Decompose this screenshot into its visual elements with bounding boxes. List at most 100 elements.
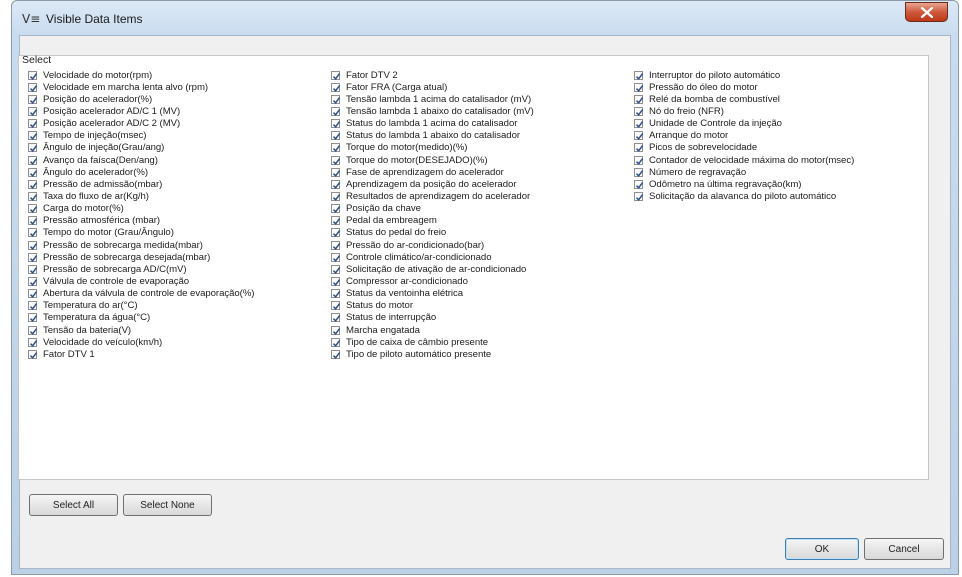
- checkbox-item[interactable]: Arranque do motor: [630, 130, 854, 142]
- checkbox[interactable]: [28, 349, 38, 359]
- checkbox[interactable]: [331, 349, 341, 359]
- checkbox-item[interactable]: Pressão de sobrecarga medida(mbar): [24, 239, 254, 251]
- checkbox-item[interactable]: Avanço da faísca(Den/ang): [24, 154, 254, 166]
- checkbox[interactable]: [331, 131, 341, 141]
- checkbox[interactable]: [331, 70, 341, 80]
- checkbox-item[interactable]: Solicitação de ativação de ar-condiciona…: [327, 263, 534, 275]
- checkbox[interactable]: [28, 143, 38, 153]
- checkbox-item[interactable]: Status da ventoinha elétrica: [327, 288, 534, 300]
- checkbox[interactable]: [28, 252, 38, 262]
- title-bar[interactable]: V≡ Visible Data Items: [12, 1, 958, 35]
- checkbox-item[interactable]: Ângulo de injeção(Grau/ang): [24, 142, 254, 154]
- checkbox[interactable]: [28, 337, 38, 347]
- checkbox[interactable]: [331, 82, 341, 92]
- checkbox-item[interactable]: Status do motor: [327, 300, 534, 312]
- checkbox-item[interactable]: Pressão do ar-condicionado(bar): [327, 239, 534, 251]
- checkbox-item[interactable]: Tipo de piloto automático presente: [327, 348, 534, 360]
- checkbox[interactable]: [28, 240, 38, 250]
- checkbox-item[interactable]: Compressor ar-condicionado: [327, 275, 534, 287]
- checkbox[interactable]: [28, 191, 38, 201]
- checkbox-item[interactable]: Tensão lambda 1 acima do catalisador (mV…: [327, 93, 534, 105]
- checkbox[interactable]: [28, 313, 38, 323]
- checkbox[interactable]: [634, 167, 644, 177]
- checkbox-item[interactable]: Carga do motor(%): [24, 203, 254, 215]
- checkbox[interactable]: [331, 204, 341, 214]
- checkbox-item[interactable]: Status do lambda 1 acima do catalisador: [327, 118, 534, 130]
- checkbox-item[interactable]: Torque do motor(medido)(%): [327, 142, 534, 154]
- checkbox[interactable]: [331, 289, 341, 299]
- checkbox-item[interactable]: Interruptor do piloto automático: [630, 69, 854, 81]
- select-none-button[interactable]: Select None: [123, 494, 212, 516]
- checkbox-item[interactable]: Fase de aprendizagem do acelerador: [327, 166, 534, 178]
- checkbox[interactable]: [634, 179, 644, 189]
- ok-button[interactable]: OK: [785, 538, 859, 560]
- checkbox-item[interactable]: Pressão de admissão(mbar): [24, 178, 254, 190]
- checkbox[interactable]: [28, 228, 38, 238]
- checkbox-item[interactable]: Status de interrupção: [327, 312, 534, 324]
- checkbox-item[interactable]: Tensão da bateria(V): [24, 324, 254, 336]
- checkbox-item[interactable]: Unidade de Controle da injeção: [630, 118, 854, 130]
- checkbox[interactable]: [331, 179, 341, 189]
- checkbox[interactable]: [634, 119, 644, 129]
- checkbox[interactable]: [634, 131, 644, 141]
- checkbox-item[interactable]: Tipo de caixa de câmbio presente: [327, 336, 534, 348]
- checkbox[interactable]: [28, 155, 38, 165]
- checkbox-item[interactable]: Pressão do óleo do motor: [630, 81, 854, 93]
- checkbox[interactable]: [331, 119, 341, 129]
- checkbox[interactable]: [28, 325, 38, 335]
- checkbox[interactable]: [634, 155, 644, 165]
- checkbox-item[interactable]: Fator DTV 2: [327, 69, 534, 81]
- checkbox[interactable]: [331, 106, 341, 116]
- checkbox-item[interactable]: Controle climático/ar-condicionado: [327, 251, 534, 263]
- checkbox-item[interactable]: Odômetro na última regravação(km): [630, 178, 854, 190]
- checkbox-item[interactable]: Posição acelerador AD/C 1 (MV): [24, 105, 254, 117]
- checkbox[interactable]: [331, 276, 341, 286]
- checkbox-item[interactable]: Aprendizagem da posição do acelerador: [327, 178, 534, 190]
- checkbox-item[interactable]: Temperatura da água(°C): [24, 312, 254, 324]
- checkbox[interactable]: [28, 94, 38, 104]
- checkbox-item[interactable]: Relé da bomba de combustível: [630, 93, 854, 105]
- checkbox-item[interactable]: Solicitação da alavanca do piloto automá…: [630, 190, 854, 202]
- checkbox[interactable]: [28, 216, 38, 226]
- cancel-button[interactable]: Cancel: [864, 538, 944, 560]
- checkbox[interactable]: [28, 106, 38, 116]
- checkbox-item[interactable]: Fator DTV 1: [24, 348, 254, 360]
- checkbox[interactable]: [28, 264, 38, 274]
- checkbox-item[interactable]: Abertura da válvula de controle de evapo…: [24, 288, 255, 300]
- checkbox[interactable]: [28, 167, 38, 177]
- checkbox[interactable]: [331, 216, 341, 226]
- checkbox[interactable]: [331, 167, 341, 177]
- checkbox-item[interactable]: Pressão de sobrecarga desejada(mbar): [24, 251, 254, 263]
- checkbox-item[interactable]: Nó do freio (NFR): [630, 105, 854, 117]
- checkbox[interactable]: [634, 82, 644, 92]
- checkbox[interactable]: [634, 70, 644, 80]
- checkbox[interactable]: [331, 313, 341, 323]
- checkbox[interactable]: [331, 191, 341, 201]
- checkbox[interactable]: [28, 119, 38, 129]
- checkbox-item[interactable]: Posição acelerador AD/C 2 (MV): [24, 118, 254, 130]
- checkbox[interactable]: [28, 70, 38, 80]
- checkbox-item[interactable]: Resultados de aprendizagem do acelerador: [327, 190, 534, 202]
- checkbox-item[interactable]: Status do pedal do freio: [327, 227, 534, 239]
- checkbox-item[interactable]: Posição da chave: [327, 203, 534, 215]
- checkbox-item[interactable]: Posição do acelerador(%): [24, 93, 254, 105]
- checkbox-item[interactable]: Contador de velocidade máxima do motor(m…: [630, 154, 854, 166]
- checkbox[interactable]: [28, 289, 38, 299]
- checkbox[interactable]: [28, 301, 38, 311]
- checkbox[interactable]: [634, 191, 644, 201]
- checkbox[interactable]: [331, 337, 341, 347]
- checkbox[interactable]: [28, 204, 38, 214]
- checkbox[interactable]: [331, 228, 341, 238]
- checkbox[interactable]: [28, 179, 38, 189]
- checkbox[interactable]: [331, 252, 341, 262]
- checkbox-item[interactable]: Número de regravação: [630, 166, 854, 178]
- close-button[interactable]: [905, 2, 948, 22]
- checkbox[interactable]: [331, 264, 341, 274]
- checkbox[interactable]: [634, 143, 644, 153]
- checkbox[interactable]: [331, 240, 341, 250]
- select-all-button[interactable]: Select All: [29, 494, 118, 516]
- checkbox-item[interactable]: Status do lambda 1 abaixo do catalisador: [327, 130, 534, 142]
- checkbox-item[interactable]: Velocidade do motor(rpm): [24, 69, 254, 81]
- checkbox-item[interactable]: Válvula de controle de evaporação: [24, 275, 254, 287]
- checkbox-item[interactable]: Tempo de injeção(msec): [24, 130, 254, 142]
